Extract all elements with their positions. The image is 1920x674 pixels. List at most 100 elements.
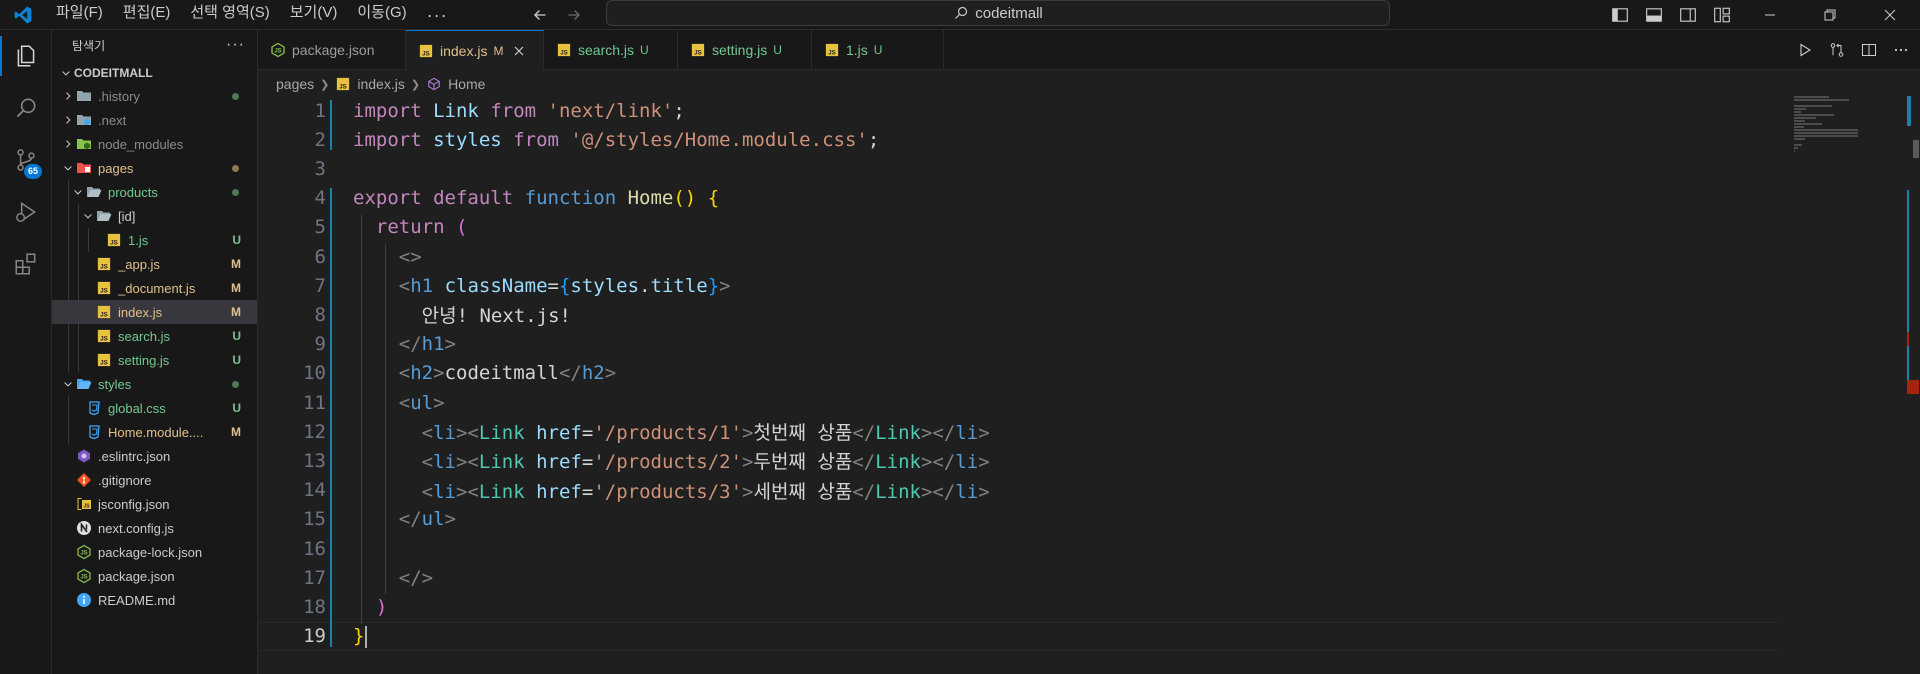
chevron-right-icon: ❯ xyxy=(320,78,330,91)
close-tab-icon[interactable] xyxy=(511,43,527,59)
file-tree-item[interactable]: README.md xyxy=(52,588,257,612)
file-tree-label: next.config.js xyxy=(98,520,174,536)
git-status-dot xyxy=(232,188,239,196)
code-token: >< xyxy=(455,422,479,445)
minimap[interactable] xyxy=(1788,96,1908,156)
code-token: > xyxy=(433,391,445,414)
file-tree-item[interactable]: JS 1.js U xyxy=(52,228,257,252)
js-file-icon: JS xyxy=(96,280,112,296)
explorer-icon[interactable] xyxy=(0,30,52,82)
editor-tab[interactable]: JS search.js U xyxy=(544,30,678,70)
css-file-icon xyxy=(86,400,102,416)
file-tree-item[interactable]: .eslintrc.json xyxy=(52,444,257,468)
code-token: > xyxy=(742,451,754,474)
menu-item[interactable]: 이동(G) xyxy=(347,0,416,30)
file-tree-item[interactable]: JS setting.js U xyxy=(52,348,257,372)
indent-guide xyxy=(78,252,79,276)
code-text: import styles from '@/styles/Home.module… xyxy=(353,129,879,151)
editor-tab[interactable]: JS setting.js U xyxy=(678,30,812,70)
editor-tab[interactable]: JS index.js M xyxy=(406,30,544,70)
file-tree-item[interactable]: JS search.js U xyxy=(52,324,257,348)
code-token: ; xyxy=(673,99,685,122)
file-tree-label: [id] xyxy=(118,208,136,224)
menu-item[interactable]: 파일(F) xyxy=(46,0,113,30)
editor-scrollbar[interactable] xyxy=(1905,96,1919,674)
minimap-line xyxy=(1794,117,1816,119)
tab-git-status: U xyxy=(873,43,883,57)
menu-more-icon[interactable]: ··· xyxy=(417,4,458,26)
minimap-line xyxy=(1794,135,1858,137)
file-tree-item[interactable]: JS package-lock.json xyxy=(52,540,257,564)
file-tree-item[interactable]: .next xyxy=(52,108,257,132)
breadcrumb-symbol[interactable]: Home xyxy=(448,76,485,92)
file-tree-item[interactable]: JS _app.js M xyxy=(52,252,257,276)
more-actions-icon[interactable] xyxy=(1892,41,1910,59)
open-changes-icon[interactable] xyxy=(1828,41,1846,59)
minimap-line xyxy=(1794,144,1803,146)
code-token: <> xyxy=(398,245,422,268)
breadcrumb-folder[interactable]: pages xyxy=(276,76,314,92)
code-token: >< xyxy=(455,451,479,474)
code-text: ) xyxy=(353,596,387,618)
menu-item[interactable]: 보기(V) xyxy=(280,0,348,30)
source-control-icon[interactable]: 65 xyxy=(0,134,52,186)
file-tree-item[interactable]: Home.module.... M xyxy=(52,420,257,444)
file-tree-item[interactable]: next.config.js xyxy=(52,516,257,540)
editor-tabs: JS package.json JS index.js M JS search.js U JS s… xyxy=(258,30,1920,70)
file-tree-item[interactable]: JS index.js M xyxy=(52,300,257,324)
editor-tab[interactable]: JS package.json xyxy=(258,30,406,70)
indent-guide xyxy=(68,420,69,444)
code-editor[interactable]: 1 import Link from 'next/link'; 2 import st… xyxy=(258,96,1920,674)
run-debug-icon[interactable] xyxy=(0,186,52,238)
file-tree-item[interactable]: global.css U xyxy=(52,396,257,420)
file-tree-item[interactable]: products xyxy=(52,180,257,204)
file-tree-item[interactable]: .history xyxy=(52,84,257,108)
file-tree-item[interactable]: pages xyxy=(52,156,257,180)
file-tree-item[interactable]: JS jsconfig.json xyxy=(52,492,257,516)
workspace-section-header[interactable]: CODEITMALL xyxy=(52,62,257,84)
explorer-more-actions-icon[interactable]: ··· xyxy=(226,36,245,54)
go-forward-icon[interactable] xyxy=(564,5,584,25)
code-line: 10 <h2>codeitmall</h2> xyxy=(258,359,1778,388)
toggle-secondary-sidebar-icon[interactable] xyxy=(1678,5,1698,25)
file-tree-item[interactable]: [id] xyxy=(52,204,257,228)
minimize-icon[interactable] xyxy=(1740,0,1800,30)
editor-tab[interactable]: JS 1.js U xyxy=(812,30,944,70)
menu-item[interactable]: 편집(E) xyxy=(113,0,181,30)
close-window-icon[interactable] xyxy=(1860,0,1920,30)
tab-label: search.js xyxy=(578,42,635,58)
file-tree-item[interactable]: JS _document.js M xyxy=(52,276,257,300)
customize-layout-icon[interactable] xyxy=(1712,5,1732,25)
scrollbar-slider[interactable] xyxy=(1913,140,1919,158)
file-tree-item[interactable]: styles xyxy=(52,372,257,396)
file-tree-label: .eslintrc.json xyxy=(98,448,171,464)
toggle-panel-icon[interactable] xyxy=(1644,5,1664,25)
toggle-primary-sidebar-icon[interactable] xyxy=(1610,5,1630,25)
file-tree-item[interactable]: JS package.json xyxy=(52,564,257,588)
split-editor-icon[interactable] xyxy=(1860,41,1878,59)
breadcrumb-file[interactable]: index.js xyxy=(357,76,404,92)
restore-icon[interactable] xyxy=(1800,0,1860,30)
extensions-icon[interactable] xyxy=(0,238,52,290)
js-file-icon: JS xyxy=(556,42,572,58)
search-view-icon[interactable] xyxy=(0,82,52,134)
code-token: = xyxy=(581,422,594,445)
go-back-icon[interactable] xyxy=(530,5,550,25)
file-tree: .history .next node_modules pages products [i… xyxy=(52,84,257,612)
minimap-line xyxy=(1794,126,1804,128)
code-line: 4 export default function Home() { xyxy=(258,184,1778,213)
file-tree-item[interactable]: node_modules xyxy=(52,132,257,156)
vscode-logo-icon xyxy=(0,0,46,30)
menu-item[interactable]: 선택 영역(S) xyxy=(180,0,279,30)
command-center-search[interactable]: codeitmall xyxy=(606,0,1390,26)
file-tree-item[interactable]: .gitignore xyxy=(52,468,257,492)
node-folder-icon xyxy=(76,136,92,152)
run-icon[interactable] xyxy=(1796,41,1814,59)
code-text: export default function Home() { xyxy=(353,187,719,209)
tab-git-status: U xyxy=(773,43,782,57)
